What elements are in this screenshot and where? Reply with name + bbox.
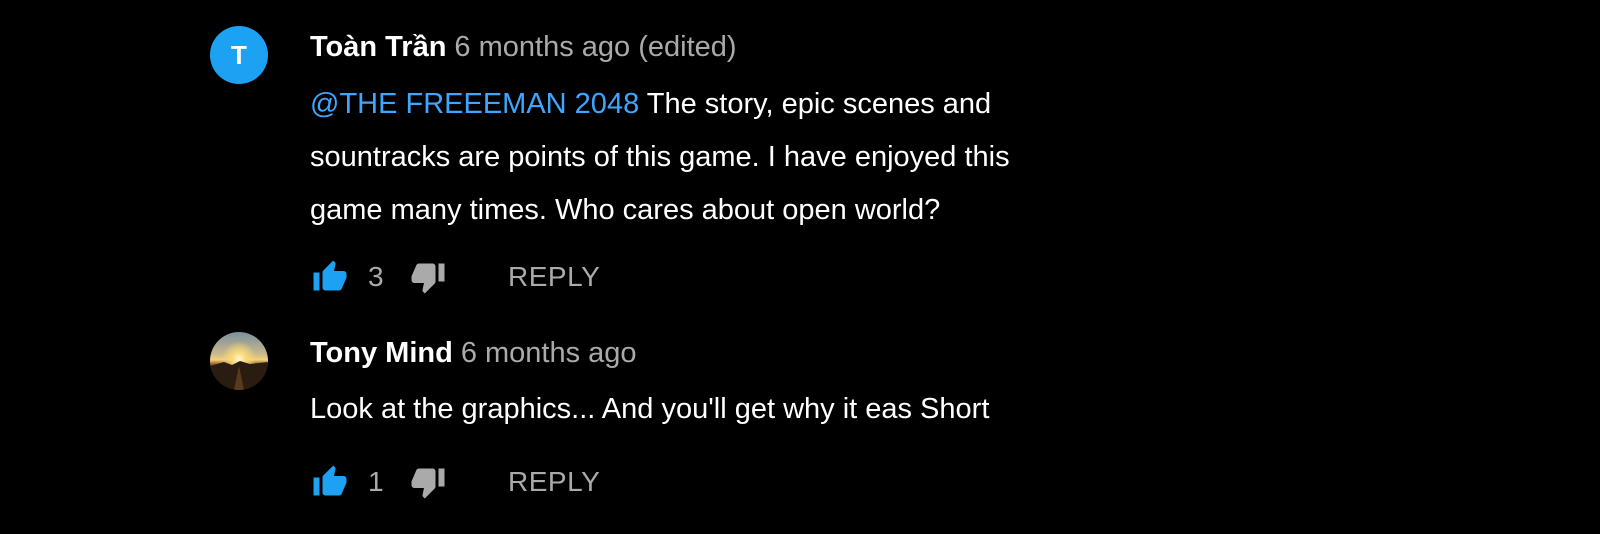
comment-text-line: sountracks are points of this game. I ha…: [310, 141, 1010, 173]
comment-text-line: Look at the graphics... And you'll get w…: [310, 393, 990, 425]
comment-header: Toàn Trần 6 months ago (edited): [310, 30, 737, 64]
comment-text-line: The story, epic scenes and: [639, 88, 992, 120]
comment-actions: 3 REPLY: [310, 257, 600, 297]
thumbs-up-icon: [313, 260, 347, 291]
comment-header: Tony Mind 6 months ago: [310, 336, 637, 370]
comment-author[interactable]: Toàn Trần: [310, 31, 446, 63]
comment-timestamp[interactable]: 6 months ago: [461, 337, 637, 369]
thumbs-up-icon: [313, 465, 347, 496]
comment-text: @THE FREEEMAN 2048 The story, epic scene…: [310, 78, 1170, 237]
dislike-button[interactable]: [408, 462, 448, 502]
comment-text-line: game many times. Who cares about open wo…: [310, 194, 941, 226]
comment-text: Look at the graphics... And you'll get w…: [310, 383, 1170, 436]
avatar-letter: T: [231, 39, 247, 70]
avatar[interactable]: T: [210, 26, 268, 84]
like-count: 3: [368, 261, 384, 292]
reply-button[interactable]: REPLY: [508, 261, 600, 293]
avatar[interactable]: [210, 332, 268, 390]
mention-link[interactable]: @THE FREEEMAN 2048: [310, 88, 639, 120]
comment-author[interactable]: Tony Mind: [310, 337, 453, 369]
avatar-image: [210, 332, 268, 390]
like-button[interactable]: [310, 462, 350, 502]
comment-timestamp[interactable]: 6 months ago (edited): [454, 31, 736, 63]
dislike-button[interactable]: [408, 257, 448, 297]
thumbs-down-icon: [411, 263, 445, 294]
comment-actions: 1 REPLY: [310, 462, 600, 502]
thumbs-down-icon: [411, 468, 445, 499]
like-count: 1: [368, 466, 384, 497]
like-button[interactable]: [310, 257, 350, 297]
reply-button[interactable]: REPLY: [508, 466, 600, 498]
